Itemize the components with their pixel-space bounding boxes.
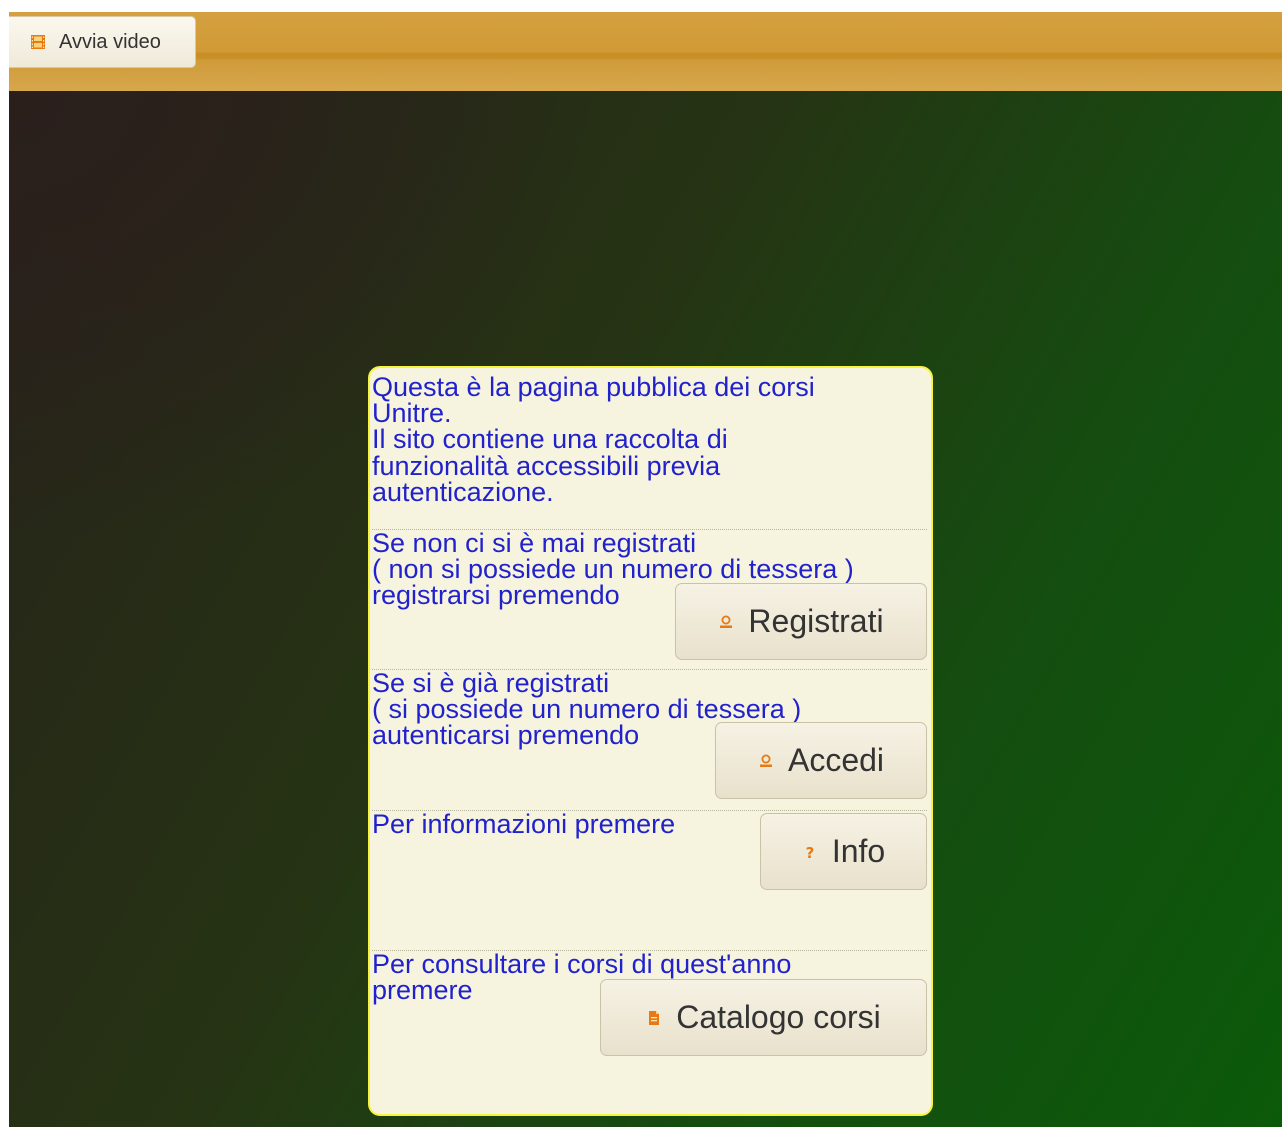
info-section: Per informazioni premere ? Info xyxy=(372,811,927,951)
user-icon xyxy=(720,615,733,628)
login-line: autenticarsi premendo xyxy=(372,720,640,751)
page: Avvia video Questa è la pagina pubblica … xyxy=(9,12,1282,1127)
login-button-label: Accedi xyxy=(787,741,885,778)
intro-text: Questa è la pagina pubblica dei corsi Un… xyxy=(372,372,927,507)
intro-line: autenticazione. xyxy=(372,476,554,507)
svg-text:?: ? xyxy=(805,844,814,860)
intro-section: Questa è la pagina pubblica dei corsi Un… xyxy=(372,372,927,530)
question-icon: ? xyxy=(805,844,814,860)
info-line: Per informazioni premere xyxy=(372,809,676,839)
start-video-label: Avvia video xyxy=(59,30,161,53)
login-section: Se si è già registrati ( si possiede un … xyxy=(372,670,927,811)
register-section: Se non ci si è mai registrati ( non si p… xyxy=(372,530,927,670)
film-icon xyxy=(31,35,45,49)
catalog-button-label: Catalogo corsi xyxy=(676,998,881,1035)
catalog-section: Per consultare i corsi di quest'anno pre… xyxy=(372,951,927,1056)
register-button-label: Registrati xyxy=(748,602,884,639)
catalog-line: premere xyxy=(372,975,473,1006)
info-panel: Questa è la pagina pubblica dei corsi Un… xyxy=(368,366,933,1116)
document-icon xyxy=(649,1010,660,1025)
register-button[interactable]: Registrati xyxy=(675,583,927,660)
catalog-button[interactable]: Catalogo corsi xyxy=(600,979,927,1056)
top-toolbar: Avvia video xyxy=(9,12,1282,91)
user-icon xyxy=(759,754,772,767)
register-line: registrarsi premendo xyxy=(372,580,620,611)
start-video-button[interactable]: Avvia video xyxy=(9,16,196,68)
login-button[interactable]: Accedi xyxy=(715,722,927,799)
info-button-label: Info xyxy=(831,832,886,869)
info-button[interactable]: ? Info xyxy=(760,813,927,890)
background-stage: Questa è la pagina pubblica dei corsi Un… xyxy=(9,91,1282,1127)
